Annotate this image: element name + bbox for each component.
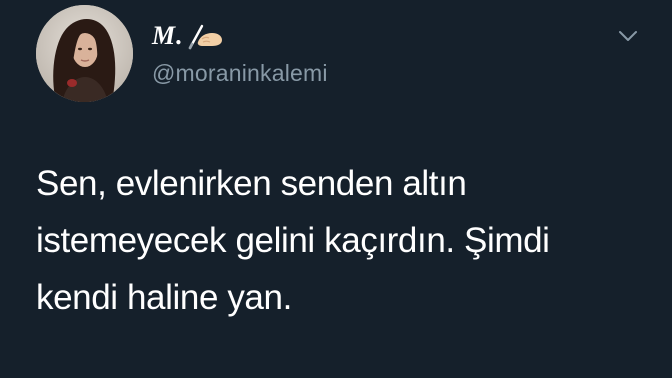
tweet-text-line: istemeyecek gelini kaçırdın. Şimdi bbox=[36, 221, 550, 260]
avatar[interactable] bbox=[36, 5, 133, 102]
chevron-down-icon[interactable] bbox=[617, 28, 639, 44]
writing-hand-icon bbox=[188, 22, 224, 50]
display-name[interactable]: M. bbox=[152, 21, 184, 51]
tweet-text-line: Sen, evlenirken senden altın bbox=[36, 164, 467, 203]
tweet-text: Sen, evlenirken senden altın istemeyecek… bbox=[36, 155, 646, 326]
tweet-text-line: kendi haline yan. bbox=[36, 278, 292, 317]
user-handle[interactable]: @moraninkalemi bbox=[152, 60, 328, 87]
user-name-row[interactable]: M. bbox=[152, 18, 224, 54]
tweet: M. @moraninkalemi Sen, evlenirken senden… bbox=[0, 0, 672, 378]
